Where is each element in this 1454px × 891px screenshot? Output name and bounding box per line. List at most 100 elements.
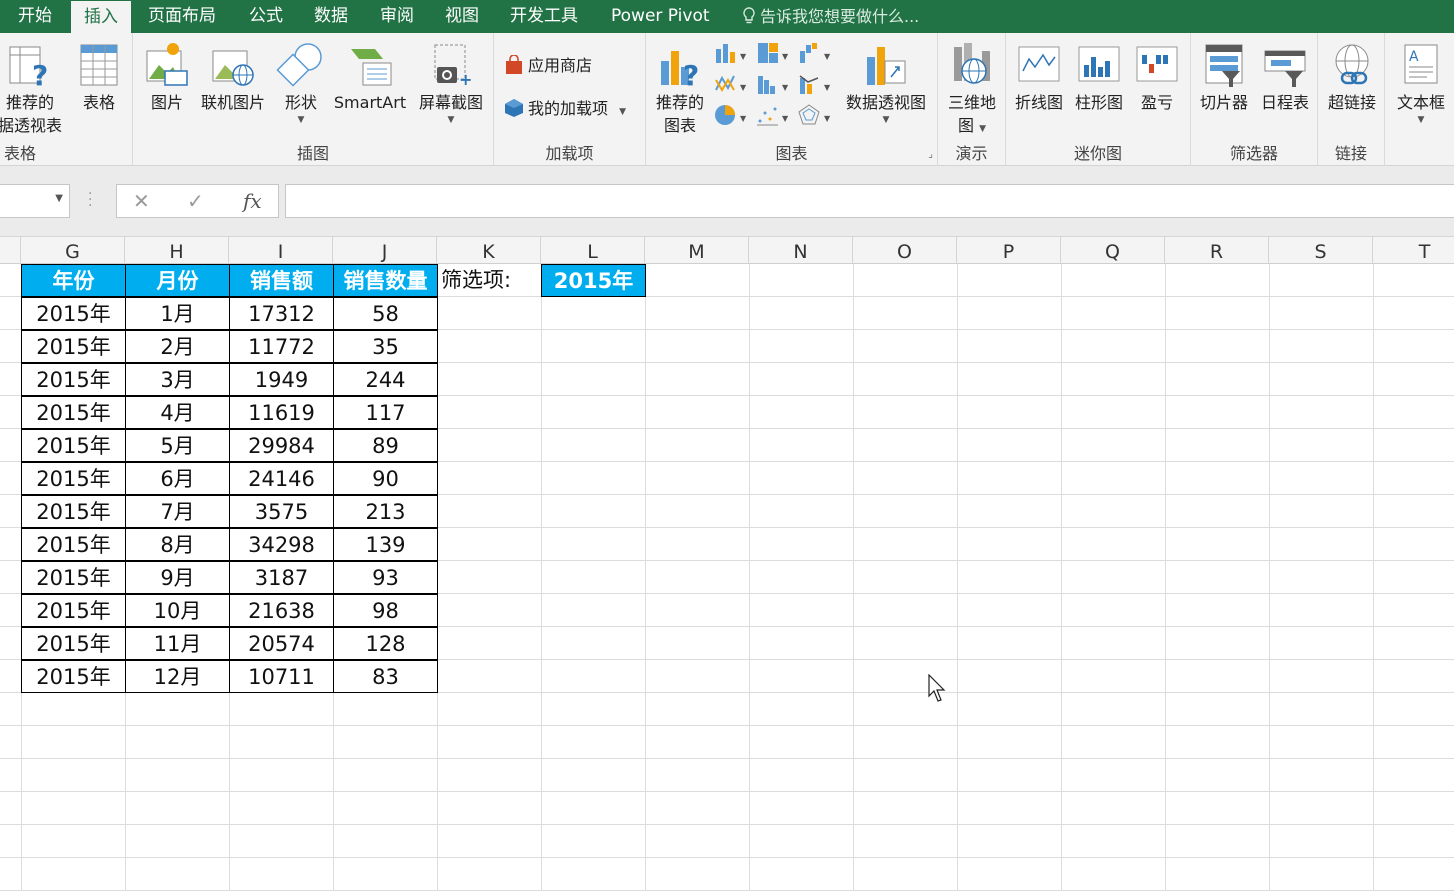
pie-chart-icon[interactable]: ▼ — [714, 103, 750, 127]
table-cell-month[interactable]: 6月 — [125, 462, 230, 495]
table-cell-sales-amount[interactable]: 17312 — [229, 297, 334, 330]
column-header-k[interactable]: K — [437, 237, 541, 264]
slicer-button[interactable]: 切片器 — [1195, 41, 1253, 114]
name-box-dropdown-icon[interactable]: ▼ — [55, 193, 63, 204]
table-cell-year[interactable]: 2015年 — [21, 330, 126, 363]
pivot-chart-dropdown-icon[interactable]: ▼ — [838, 114, 934, 126]
table-cell-sales-quantity[interactable]: 139 — [333, 528, 438, 561]
cancel-icon[interactable]: ✕ — [133, 189, 150, 213]
column-header-m[interactable]: M — [645, 237, 749, 264]
formula-bar-grip-icon[interactable]: · · · — [88, 187, 92, 213]
table-cell-year[interactable]: 2015年 — [21, 627, 126, 660]
table-cell-sales-quantity[interactable]: 93 — [333, 561, 438, 594]
table-cell-sales-quantity[interactable]: 98 — [333, 594, 438, 627]
online-picture-button[interactable]: 联机图片 — [195, 41, 271, 114]
table-cell-year[interactable]: 2015年 — [21, 660, 126, 693]
waterfall-chart-icon[interactable]: ▼ — [798, 41, 834, 65]
table-cell-sales-amount[interactable]: 34298 — [229, 528, 334, 561]
textbox-dropdown-icon[interactable]: ▼ — [1387, 114, 1454, 126]
column-header-j[interactable]: J — [333, 237, 437, 264]
screenshot-dropdown-icon[interactable]: ▼ — [411, 114, 491, 126]
textbox-button[interactable]: A 文本框 ▼ — [1387, 41, 1454, 126]
map-3d-button[interactable]: 三维地 图 ▼ — [940, 41, 1004, 141]
recommended-pivot-button[interactable]: ? 推荐的 据透视表 — [0, 41, 70, 137]
column-header-g[interactable]: G — [21, 237, 125, 264]
column-header-r[interactable]: R — [1165, 237, 1269, 264]
table-button[interactable]: 表格 — [72, 41, 126, 114]
column-header-s[interactable]: S — [1269, 237, 1373, 264]
column-header-l[interactable]: L — [541, 237, 645, 264]
table-cell-year[interactable]: 2015年 — [21, 594, 126, 627]
smartart-button[interactable]: SmartArt — [329, 41, 411, 114]
column-header-q[interactable]: Q — [1061, 237, 1165, 264]
map-3d-dropdown-icon[interactable]: ▼ — [979, 124, 986, 134]
table-cell-month[interactable]: 3月 — [125, 363, 230, 396]
table-cell-sales-quantity[interactable]: 117 — [333, 396, 438, 429]
table-cell-month[interactable]: 8月 — [125, 528, 230, 561]
tell-me-search[interactable]: 告诉我您想要做什么... — [742, 0, 919, 33]
tab-home[interactable]: 开始 — [18, 0, 52, 33]
shapes-dropdown-icon[interactable]: ▼ — [273, 114, 329, 126]
header-month[interactable]: 月份 — [125, 264, 230, 297]
table-cell-sales-quantity[interactable]: 244 — [333, 363, 438, 396]
table-cell-sales-amount[interactable]: 20574 — [229, 627, 334, 660]
screenshot-button[interactable]: + 屏幕截图 ▼ — [411, 41, 491, 126]
my-addins-dropdown-icon[interactable]: ▼ — [619, 107, 626, 117]
insert-function-button[interactable]: fx — [243, 189, 262, 213]
tab-power-pivot[interactable]: Power Pivot — [611, 0, 710, 33]
picture-button[interactable]: 图片 — [141, 41, 193, 114]
hyperlink-button[interactable]: 超链接 — [1320, 41, 1384, 114]
timeline-button[interactable]: 日程表 — [1255, 41, 1315, 114]
statistic-chart-icon[interactable]: ▼ — [756, 72, 792, 96]
shapes-button[interactable]: 形状 ▼ — [273, 41, 329, 126]
header-sales-quantity[interactable]: 销售数量 — [333, 264, 438, 297]
table-cell-year[interactable]: 2015年 — [21, 561, 126, 594]
table-cell-year[interactable]: 2015年 — [21, 396, 126, 429]
table-cell-sales-quantity[interactable]: 35 — [333, 330, 438, 363]
table-cell-year[interactable]: 2015年 — [21, 528, 126, 561]
table-cell-sales-amount[interactable]: 10711 — [229, 660, 334, 693]
sparkline-line-button[interactable]: 折线图 — [1010, 41, 1068, 114]
name-box[interactable]: ▼ — [0, 184, 70, 218]
radar-chart-icon[interactable]: ▼ — [798, 103, 834, 127]
tab-developer[interactable]: 开发工具 — [510, 0, 578, 33]
table-cell-month[interactable]: 12月 — [125, 660, 230, 693]
table-cell-sales-amount[interactable]: 3187 — [229, 561, 334, 594]
table-cell-month[interactable]: 4月 — [125, 396, 230, 429]
tab-page-layout[interactable]: 页面布局 — [148, 0, 216, 33]
pivot-chart-button[interactable]: 数据透视图 ▼ — [838, 41, 934, 126]
header-sales-amount[interactable]: 销售额 — [229, 264, 334, 297]
table-cell-year[interactable]: 2015年 — [21, 495, 126, 528]
column-header-h[interactable]: H — [125, 237, 229, 264]
table-cell-month[interactable]: 10月 — [125, 594, 230, 627]
filter-label[interactable]: 筛选项: — [437, 264, 541, 297]
table-cell-sales-amount[interactable]: 11619 — [229, 396, 334, 429]
column-header-o[interactable]: O — [853, 237, 957, 264]
enter-icon[interactable]: ✓ — [187, 189, 204, 213]
table-cell-year[interactable]: 2015年 — [21, 429, 126, 462]
worksheet-grid[interactable]: 年份 月份 销售额 销售数量 筛选项: 2015年 2015年 1月 17312 58… — [0, 264, 1454, 891]
table-cell-sales-quantity[interactable]: 58 — [333, 297, 438, 330]
header-year[interactable]: 年份 — [21, 264, 126, 297]
table-cell-month[interactable]: 2月 — [125, 330, 230, 363]
hierarchy-chart-icon[interactable]: ▼ — [756, 41, 792, 65]
table-cell-sales-quantity[interactable]: 213 — [333, 495, 438, 528]
table-cell-sales-amount[interactable]: 1949 — [229, 363, 334, 396]
column-header-p[interactable]: P — [957, 237, 1061, 264]
filter-value[interactable]: 2015年 — [541, 264, 646, 297]
combo-chart-icon[interactable]: ▼ — [798, 72, 834, 96]
column-chart-icon[interactable]: ▼ — [714, 41, 750, 65]
my-addins-button[interactable]: 我的加载项 ▼ — [504, 96, 626, 125]
table-cell-sales-quantity[interactable]: 90 — [333, 462, 438, 495]
table-cell-sales-quantity[interactable]: 89 — [333, 429, 438, 462]
column-header-n[interactable]: N — [749, 237, 853, 264]
table-cell-sales-amount[interactable]: 3575 — [229, 495, 334, 528]
sparkline-column-button[interactable]: 柱形图 — [1070, 41, 1128, 114]
tab-insert[interactable]: 插入 — [71, 1, 131, 33]
table-cell-sales-amount[interactable]: 21638 — [229, 594, 334, 627]
table-cell-year[interactable]: 2015年 — [21, 363, 126, 396]
table-cell-sales-amount[interactable]: 29984 — [229, 429, 334, 462]
formula-input[interactable] — [285, 184, 1454, 218]
table-cell-month[interactable]: 7月 — [125, 495, 230, 528]
table-cell-year[interactable]: 2015年 — [21, 462, 126, 495]
